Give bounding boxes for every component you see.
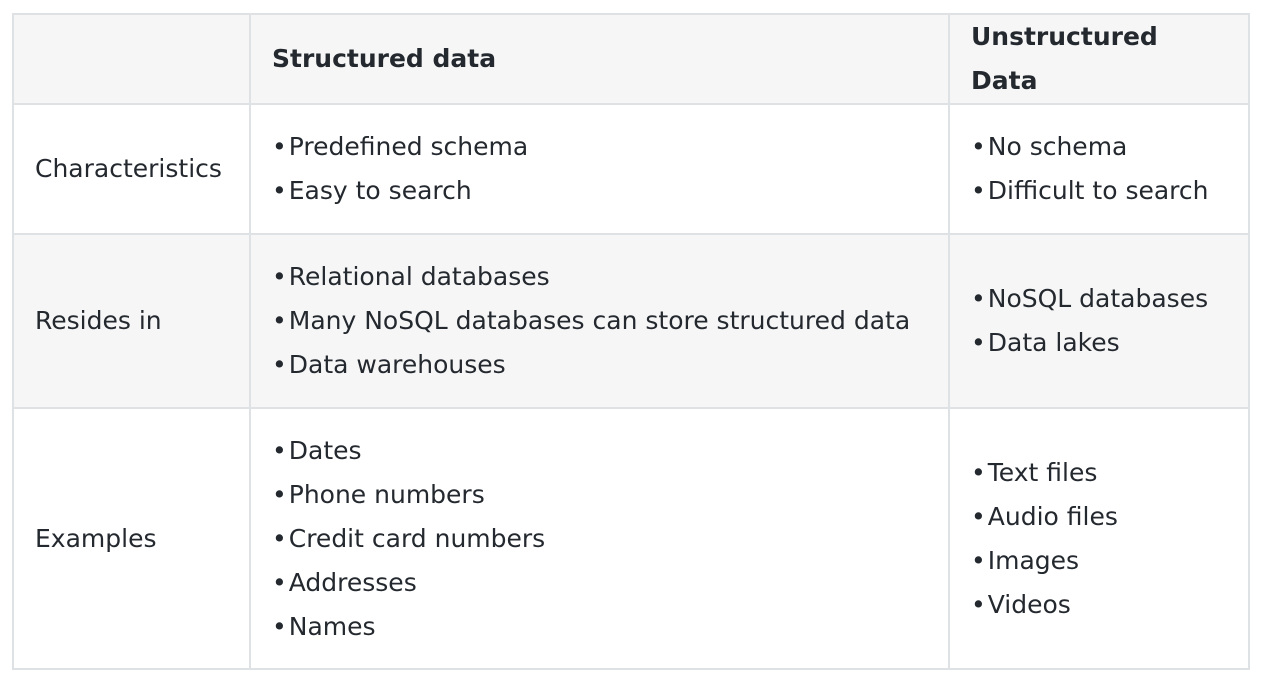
list-item-text: Names [288,611,376,641]
list-item: •NoSQL databases [971,277,1227,321]
list-item-text: Text files [987,457,1098,487]
list-item-text: Images [987,545,1080,575]
list-item: •Relational databases [272,255,927,299]
bullet: • [971,132,986,161]
bullet: • [272,479,287,509]
unstructured-cell: •NoSQL databases •Data lakes [948,233,1250,409]
list-item: •Data warehouses [272,343,927,387]
list-item-text: Addresses [288,567,417,597]
bullet: • [272,306,287,335]
bullet: • [971,284,986,313]
structured-cell: •Relational databases •Many NoSQL databa… [249,233,950,409]
list-item: •Difficult to search [971,169,1227,213]
bullet: • [272,176,287,205]
list-item: •Text files [971,451,1227,495]
bullet: • [272,567,287,597]
list-item-text: Data lakes [987,328,1120,357]
header-cell-empty [12,13,251,105]
comparison-table: Structured data Unstructured Data Charac… [12,13,1250,670]
unstructured-cell: •No schema •Difficult to search [948,103,1250,235]
list-item: •Credit card numbers [272,517,927,561]
bullet: • [971,328,986,357]
list-item-text: Predefined schema [288,132,529,161]
list-item-text: Easy to search [288,176,472,205]
row-label: Examples [12,407,251,670]
list-item: •Easy to search [272,169,927,213]
header-cell-structured: Structured data [249,13,950,105]
structured-cell: •Predefined schema •Easy to search [249,103,950,235]
comparison-table-container: Structured data Unstructured Data Charac… [12,13,1250,670]
bullet: • [971,501,986,531]
list-item-text: Many NoSQL databases can store structure… [288,306,911,335]
list-item: •Videos [971,583,1227,627]
list-item-text: Credit card numbers [288,523,546,553]
table-header-row: Structured data Unstructured Data [12,13,1250,105]
bullet: • [272,262,287,291]
bullet: • [272,435,287,465]
table-row: Characteristics •Predefined schema •Easy… [12,103,1250,235]
list-item: •Images [971,539,1227,583]
bullet: • [272,132,287,161]
bullet: • [971,589,986,619]
list-item: •Phone numbers [272,473,927,517]
bullet: • [971,545,986,575]
unstructured-cell: •Text files •Audio files •Images •Videos [948,407,1250,670]
list-item: •Names [272,605,927,649]
list-item: •Many NoSQL databases can store structur… [272,299,927,343]
list-item-text: NoSQL databases [987,284,1209,313]
bullet: • [272,611,287,641]
list-item-text: No schema [987,132,1128,161]
list-item-text: Dates [288,435,362,465]
header-cell-unstructured: Unstructured Data [948,13,1250,105]
structured-cell: •Dates •Phone numbers •Credit card numbe… [249,407,950,670]
bullet: • [971,457,986,487]
row-label: Characteristics [12,103,251,235]
list-item-text: Phone numbers [288,479,485,509]
list-item: •No schema [971,125,1227,169]
list-item-text: Data warehouses [288,350,506,379]
list-item-text: Relational databases [288,262,550,291]
list-item: •Predefined schema [272,125,927,169]
table-row: Examples •Dates •Phone numbers •Credit c… [12,407,1250,670]
list-item: •Addresses [272,561,927,605]
list-item: •Audio files [971,495,1227,539]
row-label: Resides in [12,233,251,409]
list-item: •Data lakes [971,321,1227,365]
bullet: • [272,350,287,379]
list-item-text: Videos [987,589,1071,619]
list-item-text: Difficult to search [987,176,1209,205]
list-item-text: Audio files [987,501,1118,531]
table-row: Resides in •Relational databases •Many N… [12,233,1250,409]
bullet: • [971,176,986,205]
bullet: • [272,523,287,553]
list-item: •Dates [272,429,927,473]
